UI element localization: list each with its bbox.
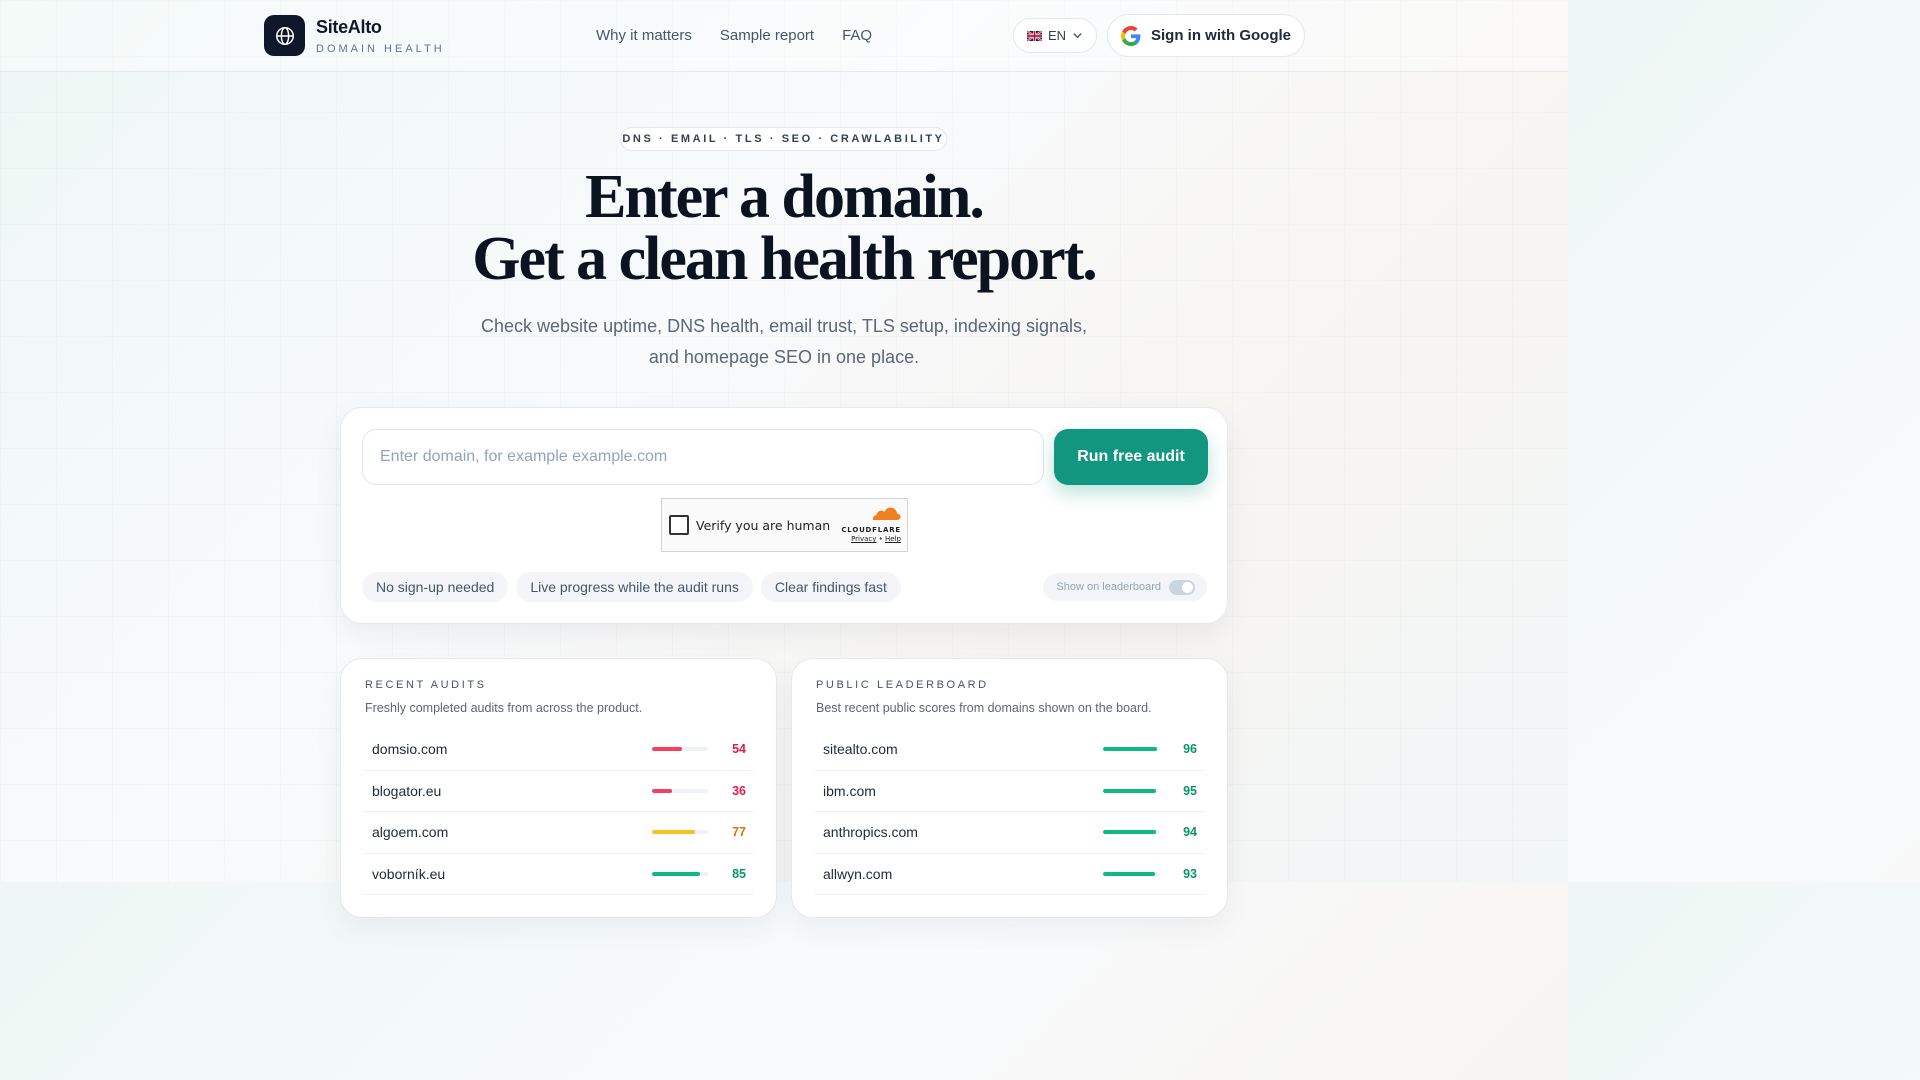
captcha-privacy-link[interactable]: Privacy (851, 535, 876, 543)
recent-audits-panel: RECENT AUDITS Freshly completed audits f… (340, 658, 777, 918)
score-bar-fill (1103, 871, 1156, 876)
score-value: 93 (1183, 866, 1197, 881)
leaderboard-panel: PUBLIC LEADERBOARD Best recent public sc… (791, 658, 1228, 918)
main-nav: Why it matters Sample report FAQ (596, 27, 872, 44)
subtitle-line-2: and homepage SEO in one place. (648, 347, 920, 367)
list-item[interactable]: domsio.com 54 (363, 729, 754, 771)
globe-icon (264, 15, 305, 56)
nav-sample-report[interactable]: Sample report (720, 27, 814, 44)
domain-name[interactable]: sitealto.com (823, 741, 898, 757)
score-bar-fill (652, 830, 696, 835)
feature-chips: No sign-up needed Live progress while th… (362, 572, 901, 602)
captcha-widget: Verify you are human CLOUDFLARE Privacy … (661, 498, 908, 552)
captcha-links: Privacy • Help (839, 535, 901, 543)
list-item[interactable]: ibm.com 95 (814, 771, 1205, 812)
domain-name[interactable]: domsio.com (372, 741, 447, 757)
domain-name[interactable]: algoem.com (372, 824, 448, 840)
score-bar-fill (1103, 788, 1157, 793)
brand-name: SiteAlto (316, 16, 382, 37)
language-selector[interactable]: EN (1013, 18, 1097, 53)
list-item[interactable]: algoem.com 77 (363, 812, 754, 854)
domain-name[interactable]: allwyn.com (823, 866, 892, 882)
subtitle-line-1: Check website uptime, DNS health, email … (481, 316, 1087, 336)
score-bar (1103, 830, 1159, 835)
chip-clear-findings: Clear findings fast (760, 572, 901, 602)
brand-logo[interactable]: SiteAlto DOMAIN HEALTH (264, 15, 445, 56)
score-value: 77 (732, 825, 746, 840)
chip-no-signup: No sign-up needed (362, 572, 509, 602)
list-item[interactable]: allwyn.com 93 (814, 854, 1205, 895)
score-bar-fill (652, 788, 673, 793)
score-value: 36 (732, 783, 746, 798)
leaderboard-title: PUBLIC LEADERBOARD (816, 679, 989, 691)
captcha-help-link[interactable]: Help (885, 535, 901, 543)
score-value: 96 (1183, 742, 1197, 757)
topics-badge: DNS · EMAIL · TLS · SEO · CRAWLABILITY (620, 127, 947, 151)
domain-input[interactable] (362, 429, 1044, 485)
score-bar (652, 871, 708, 876)
nav-faq[interactable]: FAQ (842, 27, 872, 44)
list-item[interactable]: blogator.eu 36 (363, 771, 754, 812)
sign-in-label: Sign in with Google (1151, 27, 1291, 44)
sign-in-google-button[interactable]: Sign in with Google (1107, 14, 1305, 57)
cloudflare-logo: CLOUDFLARE Privacy • Help (839, 507, 901, 543)
cloud-icon (873, 507, 901, 520)
brand-tagline: DOMAIN HEALTH (316, 42, 445, 55)
leaderboard-toggle[interactable]: Show on leaderboard (1043, 573, 1207, 601)
nav-why-it-matters[interactable]: Why it matters (596, 27, 692, 44)
score-bar-fill (652, 747, 683, 752)
list-item[interactable]: anthropics.com 94 (814, 812, 1205, 854)
score-value: 94 (1183, 825, 1197, 840)
recent-audits-description: Freshly completed audits from across the… (365, 701, 643, 715)
leaderboard-list: sitealto.com 96 ibm.com 95 anthropics.com 94 a… (814, 729, 1205, 895)
domain-name[interactable]: anthropics.com (823, 824, 918, 840)
score-value: 54 (732, 742, 746, 757)
hero-headline: Enter a domain. Get a clean health repor… (0, 166, 1568, 290)
captcha-label: Verify you are human (696, 517, 831, 533)
toggle-switch[interactable] (1169, 579, 1195, 595)
score-bar (1103, 747, 1159, 752)
google-icon (1121, 25, 1141, 46)
domain-name[interactable]: voborník.eu (372, 866, 445, 882)
recent-audits-list: domsio.com 54 blogator.eu 36 algoem.com 77 vob… (363, 729, 754, 895)
list-item[interactable]: sitealto.com 96 (814, 729, 1205, 771)
language-code: EN (1047, 28, 1067, 43)
score-bar-fill (1103, 747, 1157, 752)
headline-line-2: Get a clean health report. (472, 225, 1098, 293)
chevron-down-icon (1073, 33, 1082, 39)
score-bar-fill (1103, 830, 1156, 835)
run-audit-button[interactable]: Run free audit (1054, 429, 1208, 485)
score-bar (652, 830, 708, 835)
top-header: SiteAlto DOMAIN HEALTH Why it matters Sa… (0, 0, 1568, 72)
headline-line-1: Enter a domain. (585, 163, 985, 231)
cloudflare-wordmark: CLOUDFLARE (841, 526, 901, 534)
uk-flag-icon (1026, 30, 1042, 41)
score-bar (1103, 788, 1159, 793)
captcha-checkbox[interactable] (669, 515, 689, 535)
score-bar-fill (652, 871, 700, 876)
score-bar (652, 747, 708, 752)
score-value: 85 (732, 866, 746, 881)
score-bar (652, 788, 708, 793)
score-bar (1103, 871, 1159, 876)
domain-name[interactable]: ibm.com (823, 783, 876, 799)
leaderboard-toggle-label: Show on leaderboard (1056, 581, 1161, 593)
chip-live-progress: Live progress while the audit runs (516, 572, 753, 602)
domain-name[interactable]: blogator.eu (372, 783, 441, 799)
list-item[interactable]: voborník.eu 85 (363, 854, 754, 895)
captcha-link-separator: • (878, 535, 883, 543)
recent-audits-title: RECENT AUDITS (365, 679, 487, 691)
audit-card: Run free audit Verify you are human CLOU… (340, 407, 1228, 624)
hero-subtitle: Check website uptime, DNS health, email … (434, 311, 1134, 373)
score-value: 95 (1183, 783, 1197, 798)
toggle-knob (1182, 581, 1193, 593)
leaderboard-description: Best recent public scores from domains s… (816, 701, 1152, 715)
